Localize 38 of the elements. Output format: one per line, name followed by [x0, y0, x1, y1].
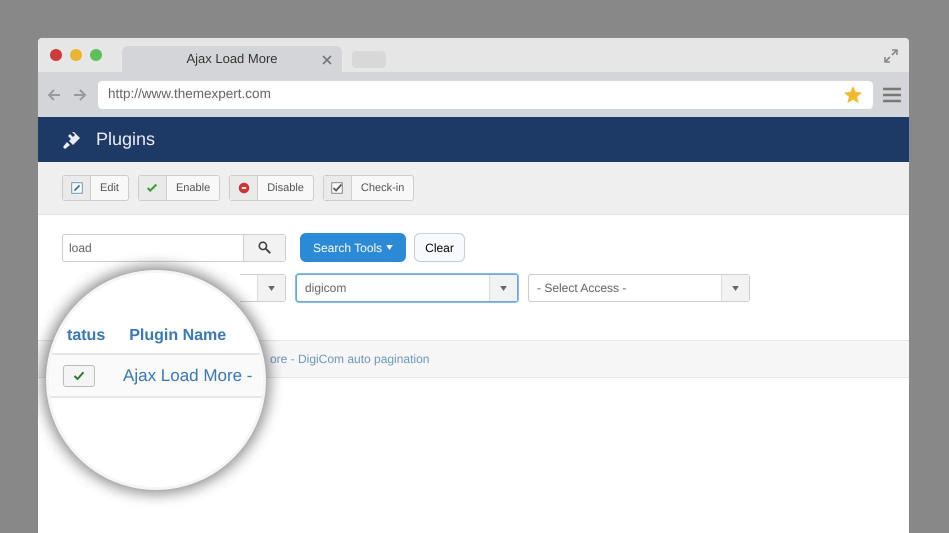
edit-button[interactable]: Edit [62, 175, 129, 201]
window-control-dot[interactable] [90, 49, 102, 61]
browser-tab[interactable]: Ajax Load More [122, 46, 342, 72]
page-title: Plugins [96, 128, 156, 151]
window-control-dot[interactable] [50, 49, 62, 61]
url-text: http://www.themexpert.com [108, 85, 272, 104]
plug-icon [62, 130, 82, 150]
check-icon [145, 181, 160, 195]
select-field[interactable]: - Select Access - [528, 274, 750, 302]
column-header[interactable]: Plugin Name [129, 324, 226, 348]
close-icon[interactable] [322, 55, 332, 65]
caret-icon [268, 286, 275, 290]
window-control-dot[interactable] [70, 49, 82, 61]
search-field[interactable]: load [62, 234, 286, 262]
search-icon[interactable] [258, 241, 271, 254]
caret-icon [732, 286, 739, 290]
back-arrow-icon[interactable] [46, 86, 62, 102]
select-field[interactable]: digicom [296, 274, 518, 302]
menu-icon[interactable] [883, 86, 901, 102]
address-bar[interactable]: http://www.themexpert.com [98, 80, 873, 108]
checkin-button[interactable]: Check-in [322, 175, 414, 201]
plugin-description: ore - DigiCom auto pagination [270, 351, 430, 368]
forward-arrow-icon[interactable] [72, 86, 88, 102]
star-icon[interactable] [843, 84, 863, 104]
checkbox-icon [330, 181, 344, 195]
expand-icon[interactable] [883, 48, 899, 64]
select-field[interactable] [240, 274, 286, 302]
clear-button[interactable]: Clear [414, 233, 465, 262]
disable-button[interactable]: Disable [229, 175, 314, 201]
column-header[interactable]: tatus [67, 324, 106, 348]
check-icon [72, 370, 86, 382]
enable-button[interactable]: Enable [138, 175, 220, 201]
status-toggle[interactable] [63, 364, 95, 386]
search-tools-button[interactable]: Search Tools [300, 233, 406, 262]
edit-icon [70, 181, 84, 195]
caret-icon [386, 245, 394, 250]
minus-circle-icon [236, 181, 251, 195]
caret-icon [500, 286, 507, 290]
